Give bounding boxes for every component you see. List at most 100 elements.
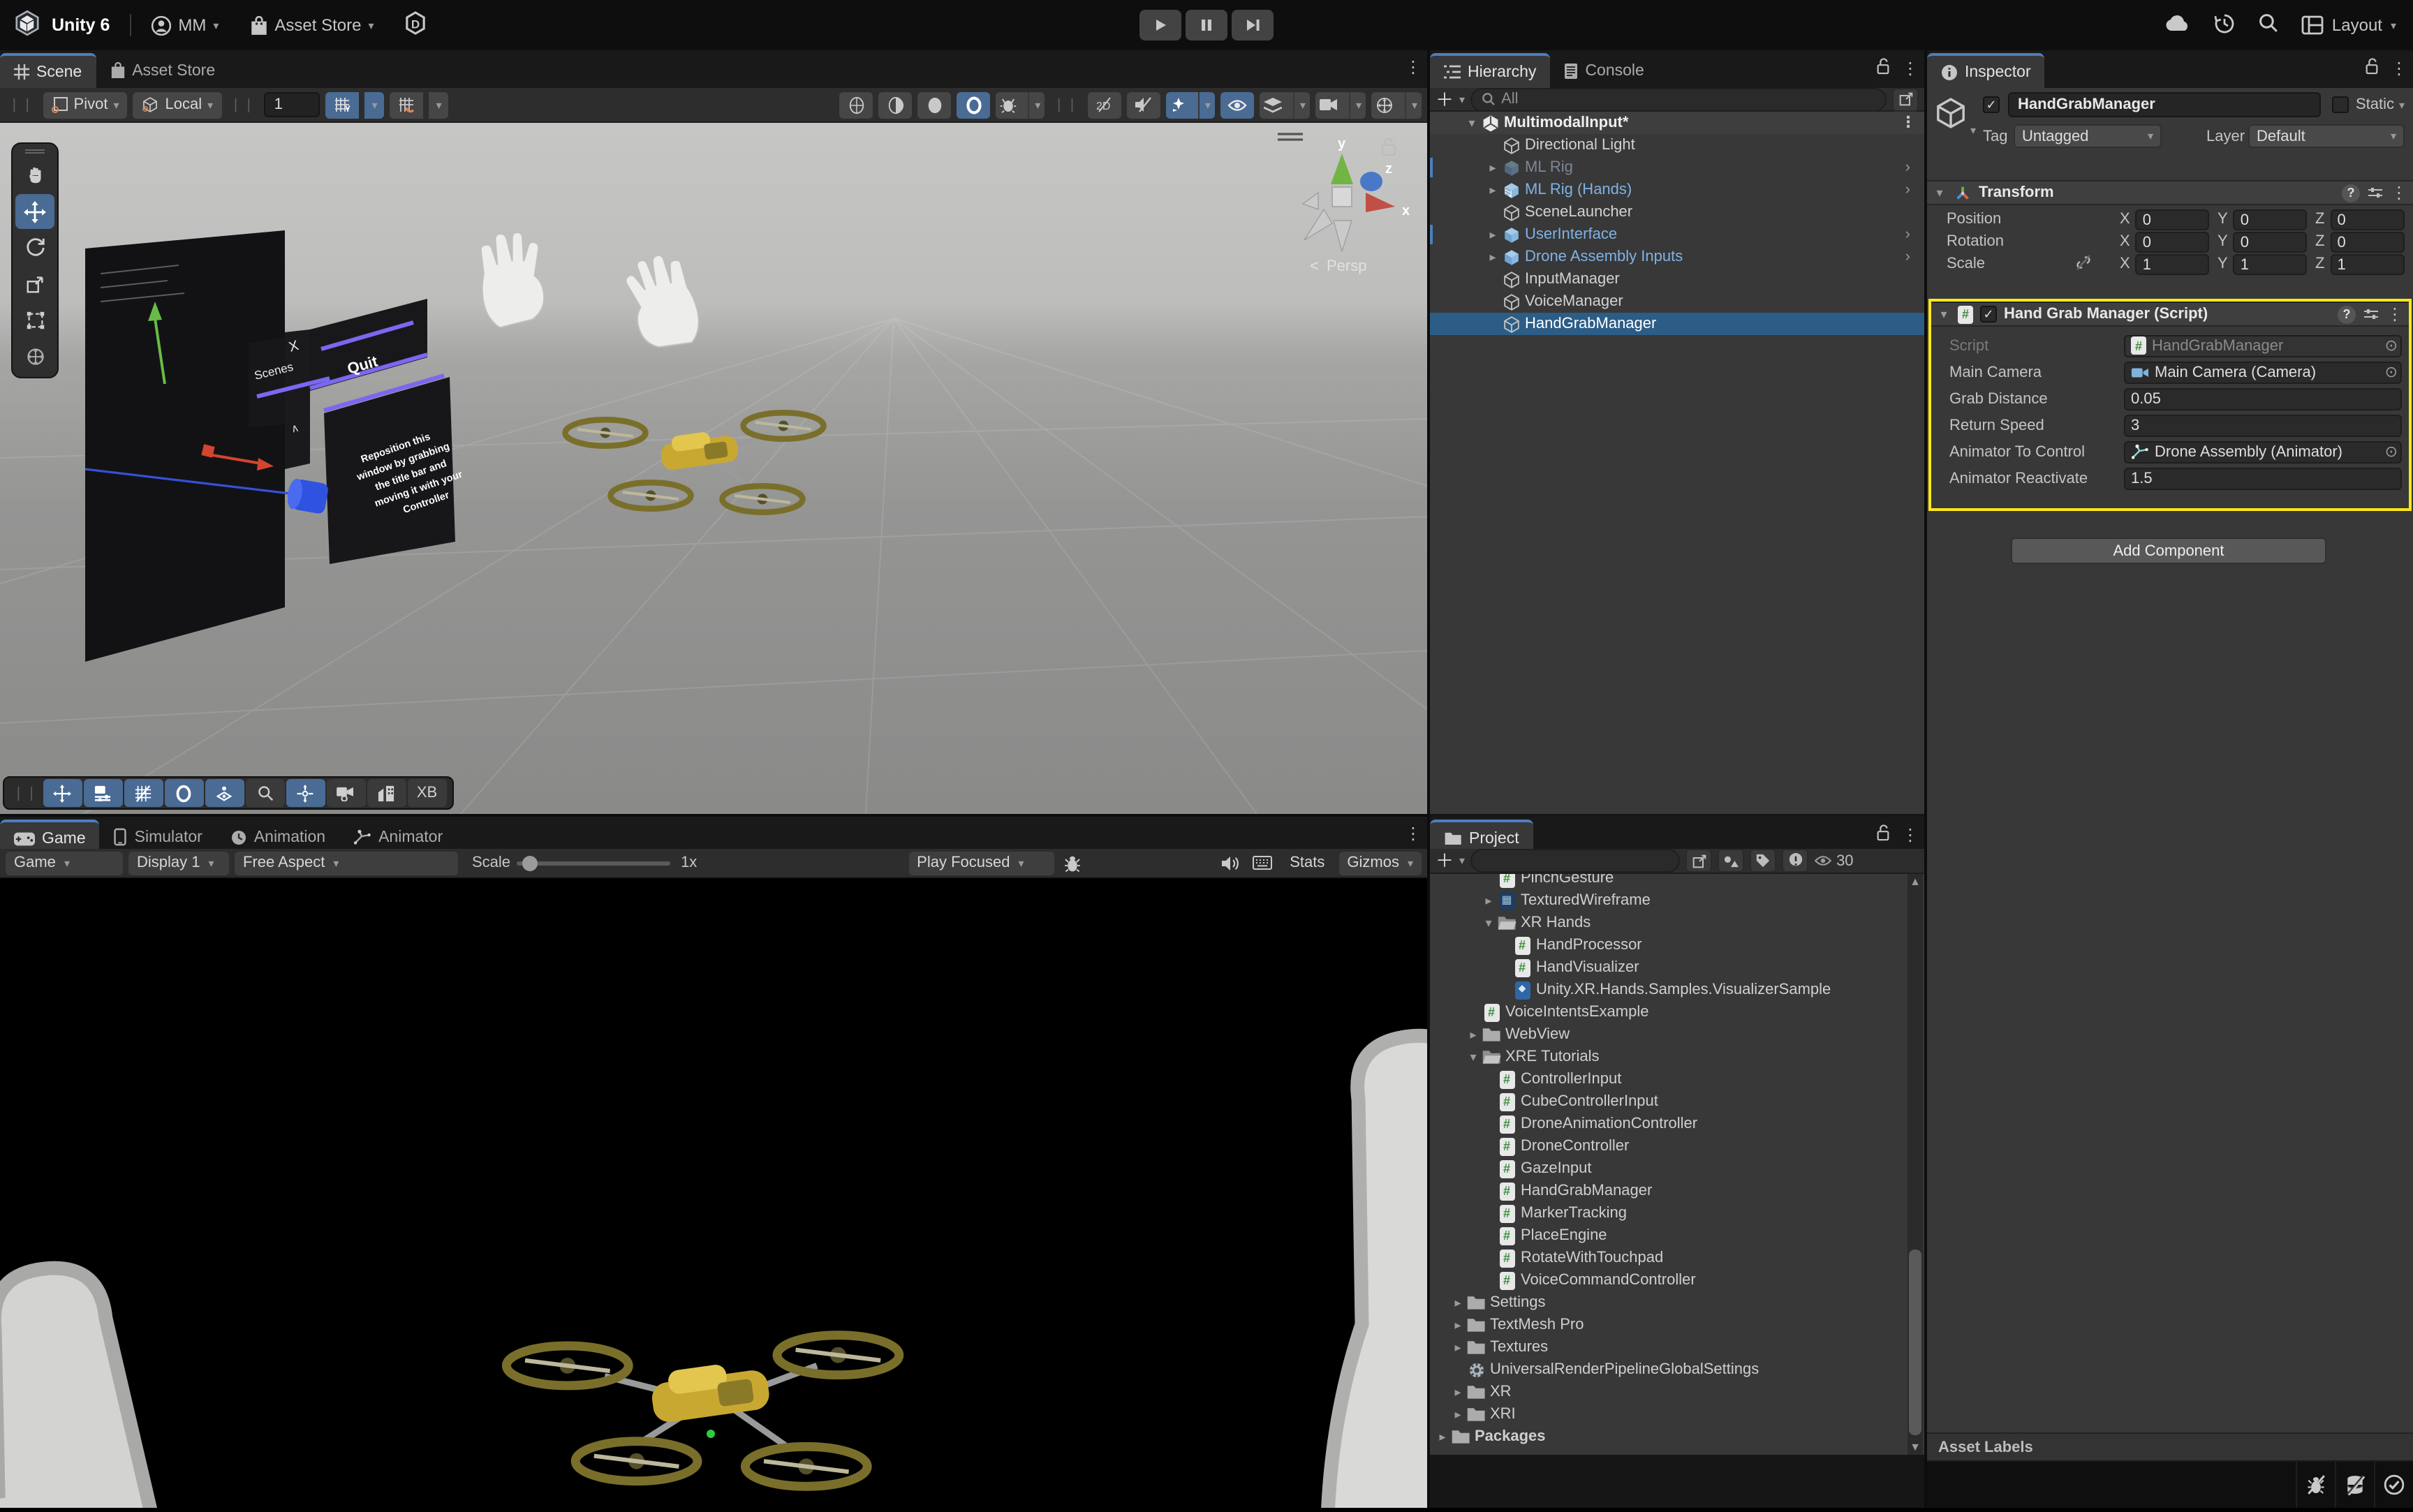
hierarchy-item[interactable]: SceneLauncher [1430,201,1924,223]
dev-build-icon[interactable]: D [405,11,426,39]
foldout-icon[interactable]: ▾ [1466,1046,1480,1068]
tab-scene[interactable]: Scene [0,53,96,88]
project-item[interactable]: ◆Unity.XR.Hands.Samples.VisualizerSample [1430,979,1924,1001]
project-item[interactable]: #MarkerTracking [1430,1202,1924,1224]
snap-dropdown[interactable]: ▾ [429,91,449,118]
foldout-icon[interactable]: ▸ [1451,1403,1465,1425]
mute-audio-button[interactable] [1217,851,1244,875]
value-field[interactable]: 1.5 [2124,467,2402,489]
object-reference-field[interactable]: Main Camera (Camera)⊙ [2124,361,2402,383]
project-item[interactable]: #VoiceCommandController [1430,1269,1924,1291]
debug-bug-button[interactable] [1059,851,1086,875]
layers-dropdown[interactable]: ▾ [1260,91,1310,118]
script-component-header[interactable]: ▾ # ✓ Hand Grab Manager (Script) ? ⋮ [1931,302,2409,327]
search-overlay-button[interactable] [246,779,285,807]
presets-icon[interactable] [2363,306,2379,323]
2d-toggle-button[interactable]: 2D [1088,91,1121,118]
foldout-icon[interactable]: ▸ [1486,246,1500,268]
project-item[interactable]: #VoiceIntentsExample [1430,1001,1924,1023]
display-dropdown[interactable]: Display 1▾ [128,851,229,875]
shaded-wireframe-button[interactable] [839,91,873,118]
lock-icon[interactable] [1875,824,1891,846]
kebab-icon[interactable]: ⋮ [1902,59,1919,78]
rotate-tool-button[interactable] [15,230,54,265]
hierarchy-item[interactable]: InputManager [1430,268,1924,290]
static-dropdown[interactable]: ▾ [2399,98,2405,111]
aspect-dropdown[interactable]: Free Aspect▾ [235,851,458,875]
rotation-x-field[interactable]: 0 [2136,231,2209,252]
game-viewport[interactable] [0,878,1427,1508]
hierarchy-item[interactable]: ▾MultimodalInput*⋮ [1430,112,1924,134]
handle-rotation-dropdown[interactable]: Local▾ [133,91,222,118]
add-asset-dropdown[interactable]: ▾ [1459,854,1465,867]
help-icon[interactable]: ? [2338,305,2356,323]
project-search[interactable] [1470,849,1680,873]
scale-x-field[interactable]: 1 [2136,253,2209,274]
audio-toggle-button[interactable] [1127,91,1160,118]
transform-tool-button[interactable] [15,339,54,374]
kebab-icon[interactable]: ⋮ [1901,112,1916,134]
filter-by-type-icon[interactable] [1718,849,1744,873]
foldout-icon[interactable]: ▸ [1451,1291,1465,1314]
project-item[interactable]: #ControllerInput [1430,1068,1924,1090]
foldout-icon[interactable]: ▸ [1482,889,1496,912]
project-item[interactable]: ▸XRI [1430,1403,1924,1425]
gameobject-name-field[interactable]: HandGrabManager [2008,92,2321,117]
project-item[interactable]: ▸TextMesh Pro [1430,1314,1924,1336]
show-children-icon[interactable]: › [1905,223,1910,246]
project-item[interactable]: #RotateWithTouchpad [1430,1247,1924,1269]
drag-handle[interactable] [25,149,45,154]
project-search-input[interactable] [1487,852,1685,869]
foldout-icon[interactable]: ▸ [1451,1336,1465,1358]
filter-by-label-icon[interactable] [1750,849,1776,873]
shaded-mode-button[interactable] [878,91,912,118]
asset-labels-bar[interactable]: Asset Labels [1927,1432,2413,1462]
lock-icon[interactable] [2364,57,2379,80]
transform-header[interactable]: ▾ Transform ? ⋮ [1927,180,2413,205]
constraint-overlay-button[interactable] [286,779,325,807]
position-z-field[interactable]: 0 [2330,209,2405,230]
foldout-icon[interactable]: ▾ [1482,912,1496,934]
grid-axis-dropdown[interactable]: ▾ [365,91,385,118]
foldout-icon[interactable]: ▸ [1486,179,1500,201]
project-item[interactable]: #DroneController [1430,1135,1924,1157]
cache-server-disconnected-icon[interactable] [2335,1462,2374,1508]
account-menu[interactable]: MM▾ [150,15,219,36]
hierarchy-item[interactable]: ▸ML Rig› [1430,156,1924,179]
project-item[interactable]: ▸XR [1430,1381,1924,1403]
rotation-z-field[interactable]: 0 [2330,231,2405,252]
snap-button[interactable] [390,91,424,118]
asset-store-menu[interactable]: Asset Store▾ [249,15,374,36]
foldout-icon[interactable]: ▸ [1451,1314,1465,1336]
project-item[interactable]: #GazeInput [1430,1157,1924,1180]
step-button[interactable] [1232,10,1274,40]
cloud-icon[interactable] [2164,14,2191,36]
hierarchy-item[interactable]: HandGrabManager [1430,313,1924,335]
rotation-y-field[interactable]: 0 [2234,231,2307,252]
foldout-icon[interactable]: ▸ [1451,1381,1465,1403]
hierarchy-item[interactable]: VoiceManager [1430,290,1924,313]
properties-overlay-button[interactable] [84,779,123,807]
play-mode-dropdown[interactable]: Play Focused▾ [908,851,1054,875]
view-tool-button[interactable] [15,158,54,193]
visible-count[interactable]: 30 [1814,852,1854,869]
hierarchy-search-input[interactable] [1501,91,1875,108]
virtual-keyboard-button[interactable] [1249,851,1276,875]
foldout-icon[interactable]: ▸ [1436,1425,1449,1448]
solid-mode-button[interactable] [917,91,951,118]
scale-slider[interactable] [516,861,670,865]
gizmos-toggle-dropdown[interactable]: Gizmos▾ [1338,851,1422,875]
scale-y-field[interactable]: 1 [2234,253,2307,274]
kebab-icon[interactable]: ⋮ [1405,57,1422,77]
scale-tool-button[interactable] [15,267,54,302]
object-reference-field[interactable]: #HandGrabManager⊙ [2124,334,2402,357]
foldout-icon[interactable]: ▸ [1486,156,1500,179]
static-checkbox[interactable] [2332,96,2349,113]
help-icon[interactable]: ? [2342,184,2360,202]
position-x-field[interactable]: 0 [2136,209,2209,230]
picker-window-icon[interactable] [1892,87,1919,111]
project-item[interactable]: ▾XRE Tutorials [1430,1046,1924,1068]
kebab-icon[interactable]: ⋮ [2391,183,2407,202]
hierarchy-item[interactable]: ▸ML Rig (Hands)› [1430,179,1924,201]
add-component-button[interactable]: Add Component [2011,538,2326,564]
